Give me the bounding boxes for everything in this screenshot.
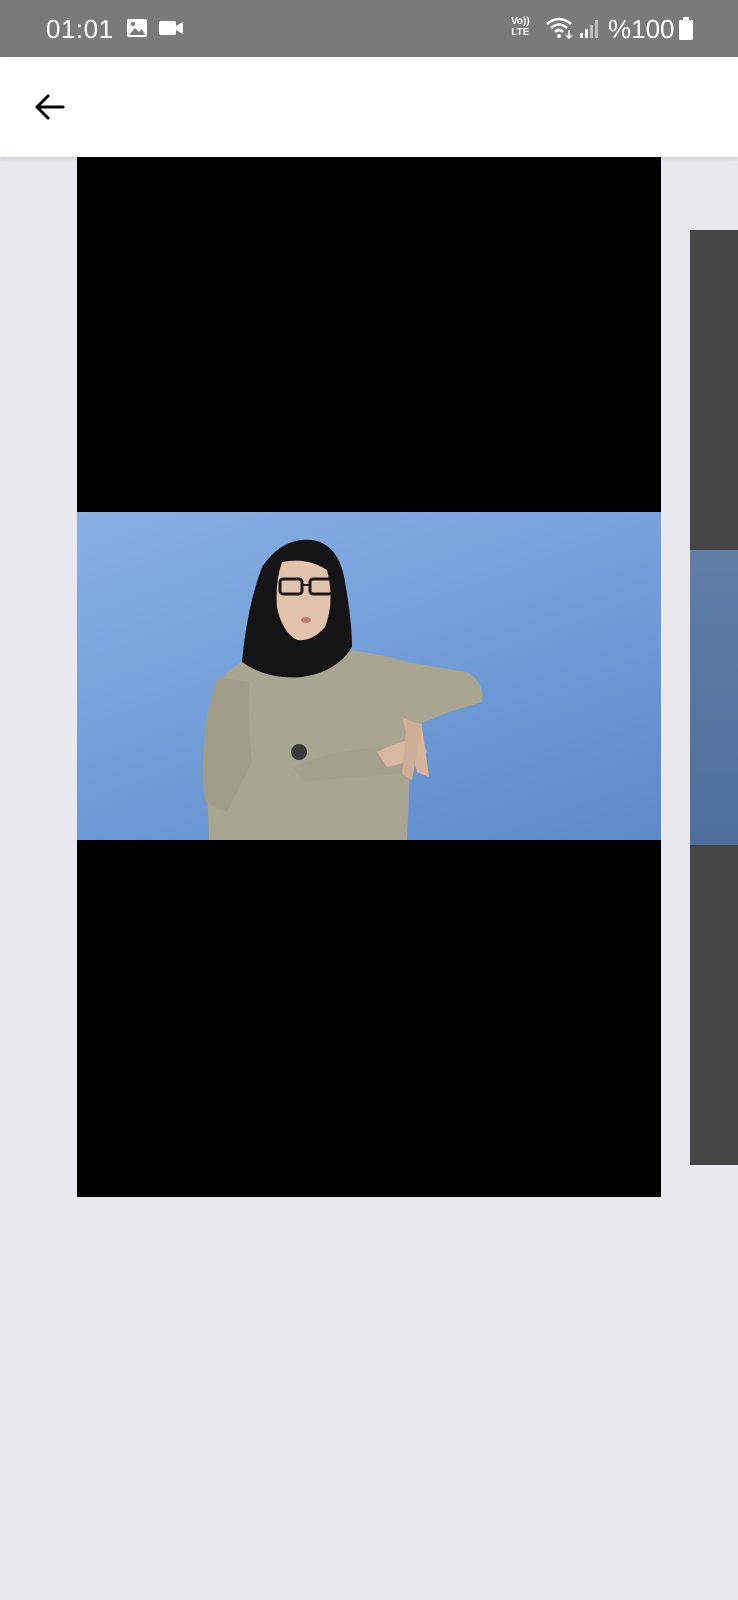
battery-percentage: %100 bbox=[608, 14, 675, 44]
signal-icon bbox=[579, 19, 601, 44]
next-video-preview[interactable] bbox=[690, 230, 738, 1165]
video-camera-icon bbox=[158, 19, 184, 42]
status-bar: 01:01 Vo)) LTE %100 bbox=[0, 0, 738, 57]
volte-icon: Vo)) LTE bbox=[511, 16, 530, 38]
battery-icon bbox=[678, 17, 694, 46]
volte-label-bottom: LTE bbox=[511, 27, 530, 38]
gallery-icon bbox=[126, 18, 148, 43]
back-button[interactable] bbox=[26, 83, 74, 131]
wifi-icon bbox=[545, 16, 577, 45]
volte-label-top: Vo)) bbox=[511, 16, 530, 27]
video-player[interactable] bbox=[77, 157, 661, 1197]
video-frame bbox=[77, 512, 661, 840]
next-video-frame bbox=[690, 550, 738, 845]
sign-language-interpreter-figure bbox=[202, 539, 483, 840]
app-bar bbox=[0, 57, 738, 157]
status-time: 01:01 bbox=[46, 14, 114, 44]
arrow-left-icon bbox=[35, 94, 65, 120]
